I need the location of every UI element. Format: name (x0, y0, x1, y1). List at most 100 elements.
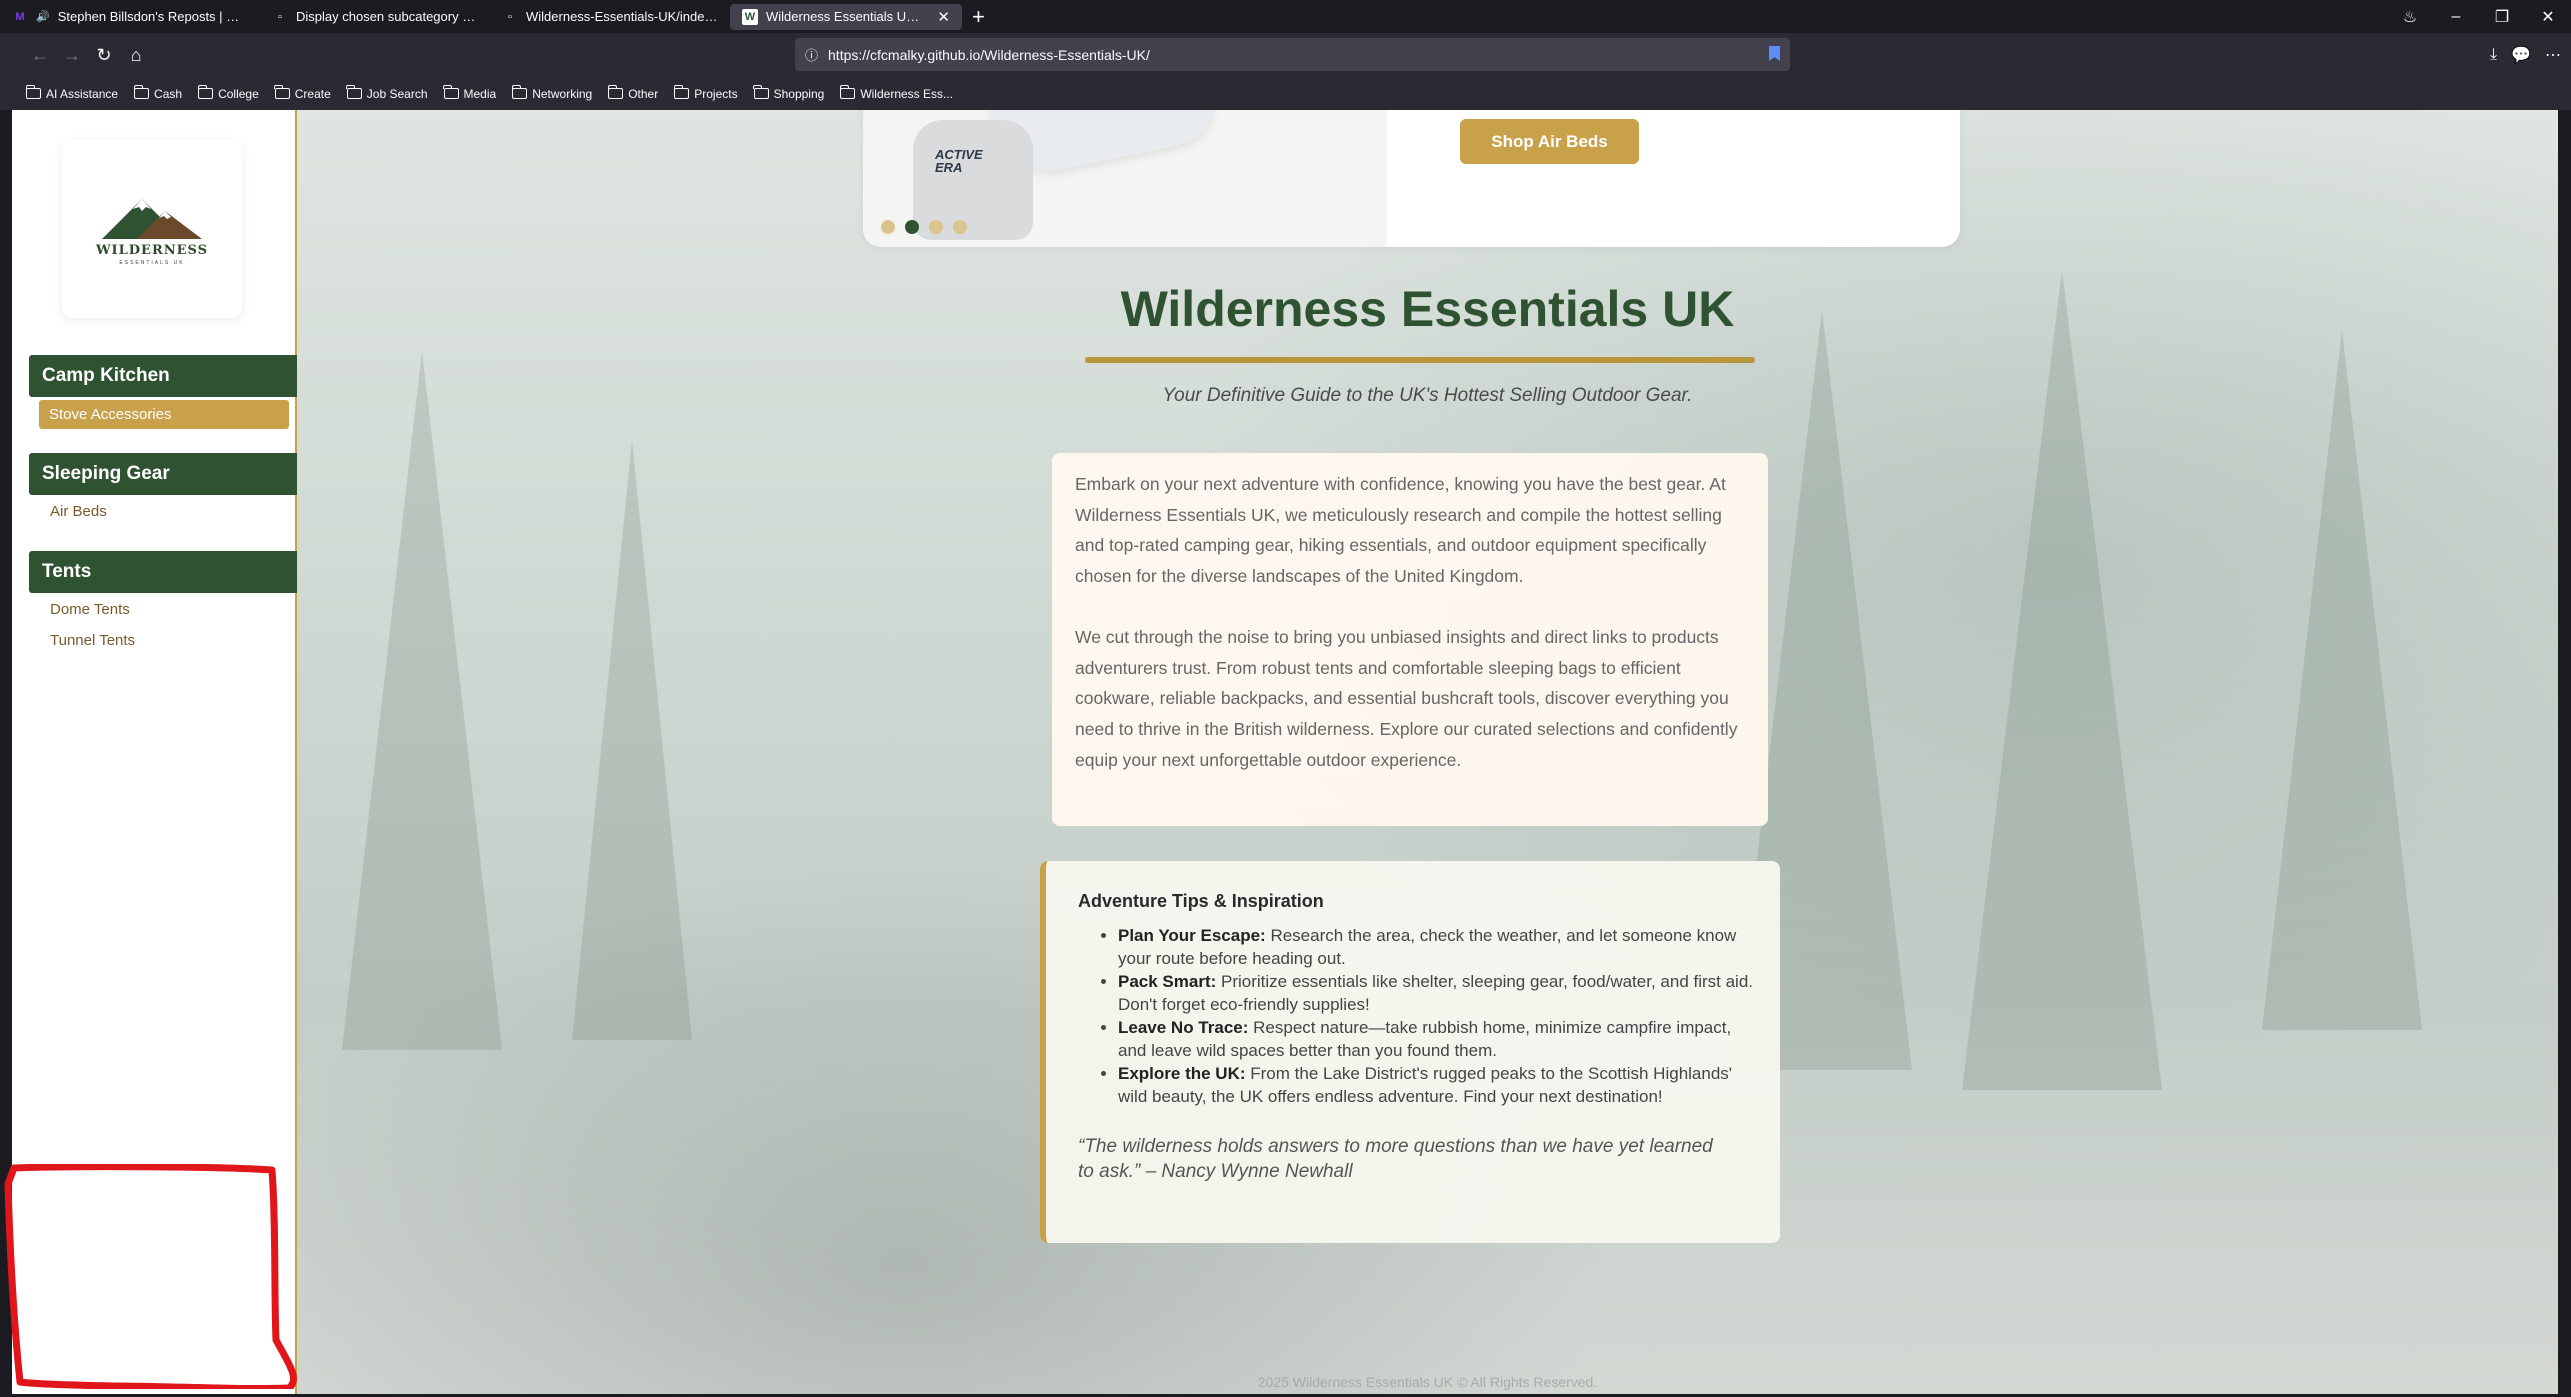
fire-icon[interactable]: ♨ (2387, 7, 2433, 27)
back-icon[interactable]: ← (24, 45, 56, 66)
tips-card: Adventure Tips & Inspiration Plan Your E… (1040, 861, 1780, 1243)
bookmark-folder[interactable]: Networking (511, 85, 593, 101)
tip-item: Leave No Trace: Respect nature—take rubb… (1118, 1016, 1762, 1062)
category-tents[interactable]: Tents (29, 551, 297, 593)
mozilla-icon: M (15, 10, 25, 23)
mountain-logo-icon (102, 198, 202, 239)
logo-subtitle: ESSENTIALS UK (119, 259, 185, 266)
tip-title: Pack Smart: (1118, 972, 1217, 991)
tab-label: Stephen Billsdon's Reposts | Mozi (57, 9, 248, 24)
folder-icon (511, 85, 528, 99)
nav-bar: ← → ↻ ⌂ ⓘ https://cfcmalky.github.io/Wil… (0, 33, 2571, 77)
folder-icon (753, 85, 769, 99)
bookmark-folder[interactable]: Wilderness Ess... (839, 85, 954, 101)
carousel-dot[interactable] (929, 220, 943, 234)
carousel-dot[interactable] (953, 220, 967, 234)
folder-icon (673, 85, 690, 99)
brand-logo: ACTIVE ERA (935, 147, 983, 175)
folder-icon (133, 85, 150, 99)
logo-card[interactable]: WILDERNESS ESSENTIALS UK (62, 140, 242, 318)
restore-icon[interactable]: ❐ (2479, 7, 2525, 27)
bookmark-label: Wilderness Ess... (860, 86, 954, 101)
bookmark-icon[interactable] (1769, 46, 1780, 61)
tips-heading: Adventure Tips & Inspiration (1078, 891, 1324, 911)
bookmark-label: Job Search (366, 86, 428, 101)
bookmark-folder[interactable]: Other (607, 85, 659, 101)
tab-3[interactable]: W Wilderness Essentials UK: Your ✕ (730, 3, 962, 30)
home-icon[interactable]: ⌂ (120, 45, 152, 66)
subcategory-air-beds[interactable]: Air Beds (50, 503, 107, 520)
intro-card: Embark on your next adventure with confi… (1052, 453, 1768, 826)
reload-icon[interactable]: ↻ (88, 45, 120, 66)
tab-0[interactable]: M 🔊 Stephen Billsdon's Reposts | Mozi (0, 0, 260, 33)
logo-wordmark: WILDERNESS (95, 242, 209, 258)
bookmark-folder[interactable]: College (197, 85, 259, 101)
bookmark-label: College (218, 86, 259, 101)
shop-air-beds-button[interactable]: Shop Air Beds (1460, 119, 1639, 164)
new-tab-icon[interactable]: + (962, 4, 995, 30)
chat-icon[interactable]: 💬 (2511, 45, 2531, 65)
tab-2[interactable]: ▫ Wilderness-Essentials-UK/index.html a (490, 0, 730, 33)
bookmark-folder[interactable]: Create (274, 85, 331, 101)
tip-item: Explore the UK: From the Lake District's… (1118, 1062, 1762, 1108)
forward-icon[interactable]: → (56, 45, 88, 66)
folder-icon (839, 85, 856, 99)
close-tab-icon[interactable]: ✕ (937, 8, 950, 26)
bookmarks-bar: AI Assistance Cash College Create Job Se… (0, 77, 2571, 110)
page-icon: ▫ (508, 10, 512, 23)
page-icon: ▫ (278, 10, 282, 23)
subcategory-dome-tents[interactable]: Dome Tents (50, 601, 130, 618)
bookmark-label: Other (628, 86, 659, 101)
tips-list: Plan Your Escape: Research the area, che… (1078, 924, 1762, 1108)
tab-label: Wilderness Essentials UK: Your (766, 9, 923, 24)
hero-carousel: ACTIVE ERA Shop Air Beds (863, 110, 1960, 247)
toolbar-right: ⤓ 💬 ⋯ (2490, 33, 2561, 77)
folder-icon (607, 85, 624, 99)
footer-text: 2025 Wilderness Essentials UK © All Righ… (1257, 1374, 1598, 1390)
site-favicon-icon: W (742, 8, 758, 25)
bookmark-label: Media (463, 86, 497, 101)
tab-label: Wilderness-Essentials-UK/index.html a (526, 9, 718, 24)
tip-item: Plan Your Escape: Research the area, che… (1118, 924, 1762, 970)
category-sleeping-gear[interactable]: Sleeping Gear (29, 453, 297, 495)
url-bar[interactable]: ⓘ https://cfcmalky.github.io/Wilderness-… (795, 38, 1790, 71)
folder-icon (25, 85, 41, 99)
bookmark-label: Create (294, 86, 331, 101)
carousel-dot-active[interactable] (905, 220, 919, 234)
tip-item: Pack Smart: Prioritize essentials like s… (1118, 970, 1762, 1016)
window-controls: ♨ – ❐ ✕ (2387, 0, 2571, 33)
subcategory-tunnel-tents[interactable]: Tunnel Tents (50, 632, 135, 649)
bookmark-label: Networking (532, 86, 593, 101)
folder-icon (443, 85, 459, 99)
bookmark-folder[interactable]: Media (443, 85, 497, 101)
inspiration-quote: “The wilderness holds answers to more qu… (1078, 1136, 1713, 1182)
minimize-icon[interactable]: – (2433, 8, 2479, 26)
close-window-icon[interactable]: ✕ (2525, 7, 2571, 27)
product-image: ACTIVE ERA (863, 110, 1387, 247)
subcategory-stove-accessories[interactable]: Stove Accessories (39, 400, 289, 429)
tip-title: Leave No Trace: (1118, 1018, 1249, 1037)
bookmark-folder[interactable]: Projects (673, 85, 738, 101)
menu-icon[interactable]: ⋯ (2545, 45, 2561, 65)
bookmark-folder[interactable]: Cash (133, 85, 183, 101)
category-camp-kitchen[interactable]: Camp Kitchen (29, 355, 297, 397)
carousel-dot[interactable] (881, 220, 895, 234)
download-icon[interactable]: ⤓ (2490, 46, 2497, 64)
tip-title: Plan Your Escape: (1118, 926, 1266, 945)
tip-title: Explore the UK: (1118, 1064, 1246, 1083)
tab-1[interactable]: ▫ Display chosen subcategory in header (260, 0, 490, 33)
bookmark-folder[interactable]: Shopping (753, 85, 824, 101)
bookmark-folder[interactable]: AI Assistance (25, 85, 119, 101)
intro-paragraph: We cut through the noise to bring you un… (1075, 626, 1738, 770)
bookmark-label: Projects (694, 86, 738, 101)
bookmark-folder[interactable]: Job Search (346, 85, 428, 101)
page-viewport: WILDERNESS ESSENTIALS UK Camp Kitchen St… (12, 110, 2558, 1394)
intro-paragraph: Embark on your next adventure with confi… (1075, 474, 1726, 587)
bookmark-label: Cash (154, 86, 183, 101)
tab-label: Display chosen subcategory in header (296, 9, 478, 24)
bookmark-label: AI Assistance (46, 86, 119, 101)
url-text[interactable]: https://cfcmalky.github.io/Wilderness-Es… (828, 47, 1150, 63)
shield-icon[interactable]: ⓘ (805, 45, 818, 64)
speaker-icon[interactable]: 🔊 (36, 10, 50, 23)
page-title: Wilderness Essentials UK (1120, 281, 1735, 337)
